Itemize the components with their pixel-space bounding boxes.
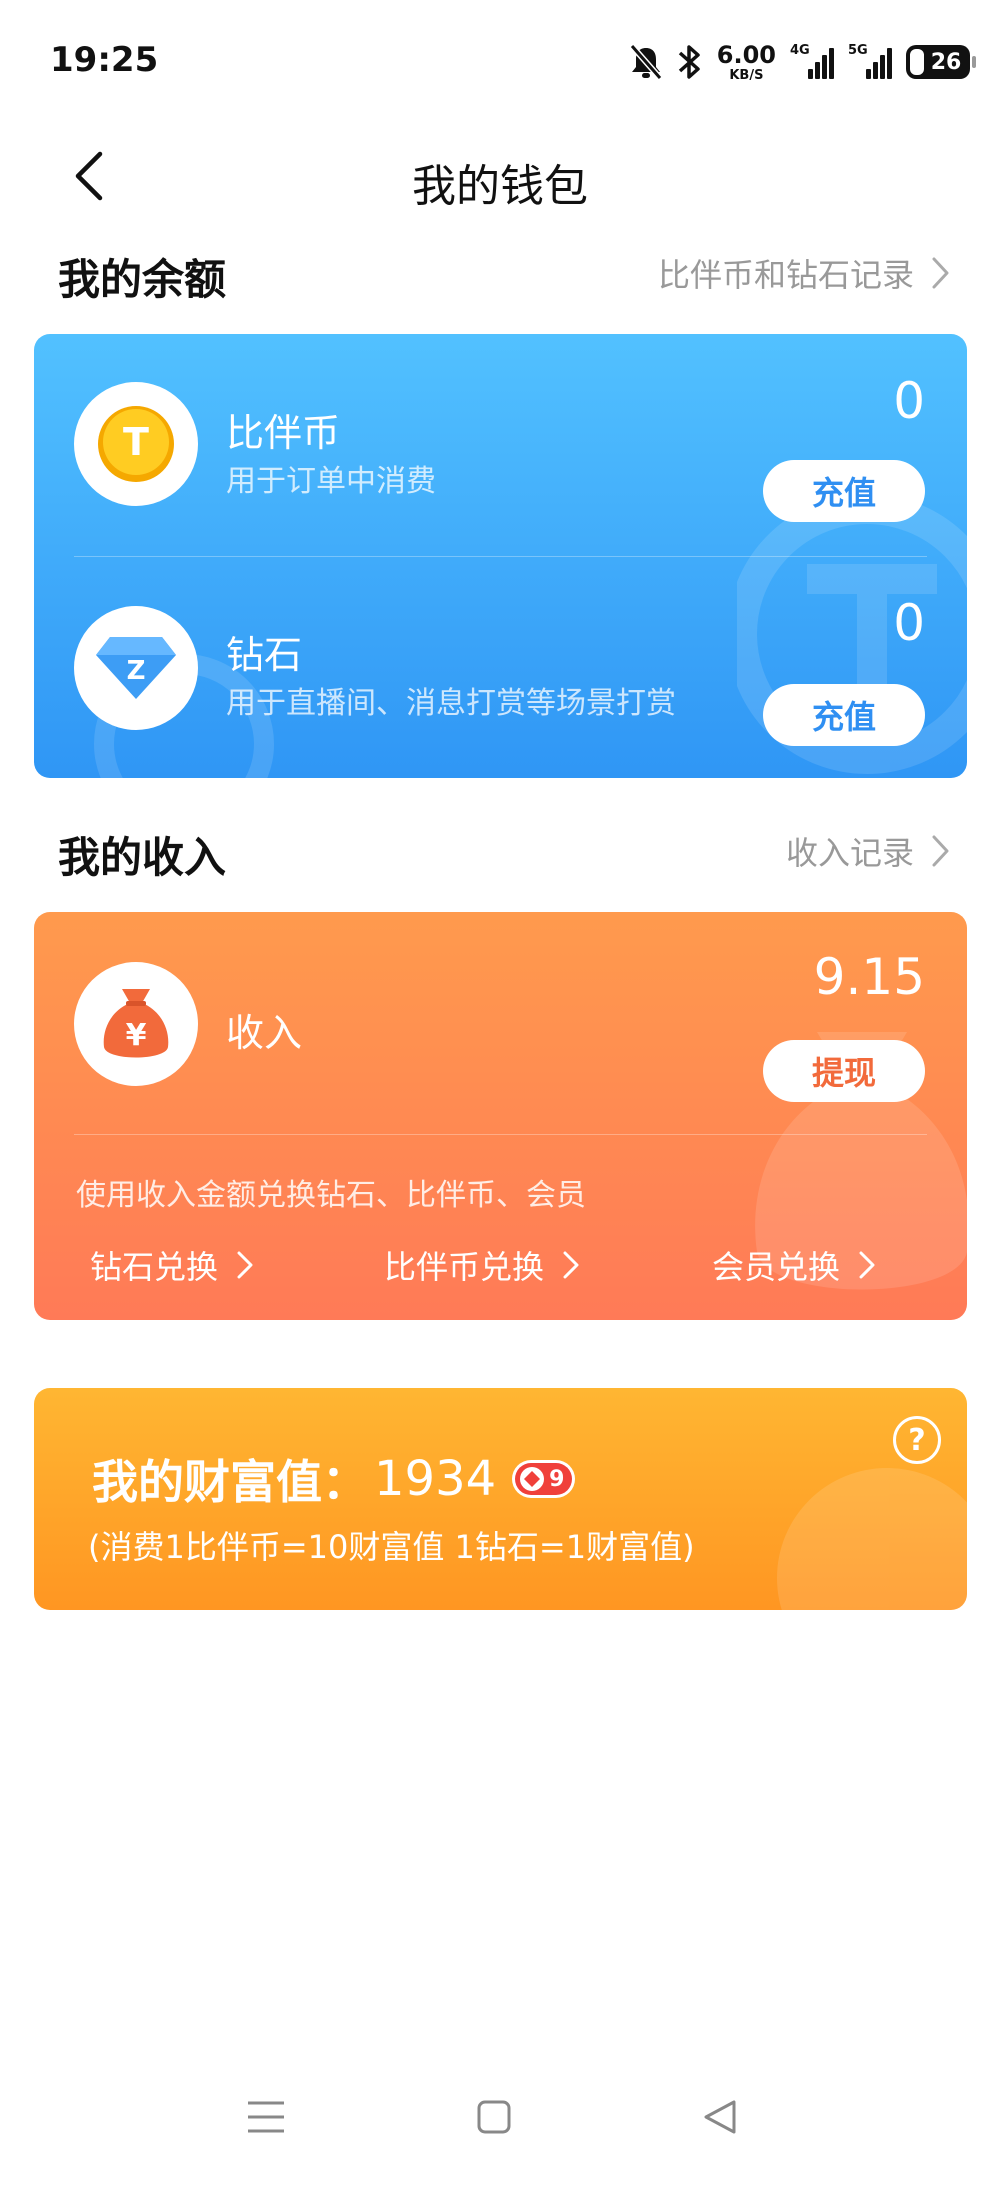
status-time: 19:25: [50, 40, 159, 80]
balance-section-header: 我的余额 比伴币和钻石记录: [0, 236, 1000, 306]
coin-subtitle: 用于订单中消费: [226, 464, 436, 499]
chevron-right-icon: [932, 257, 949, 289]
money-bag-icon: ¥: [74, 962, 198, 1086]
coin-recharge-button[interactable]: 充值: [763, 460, 925, 522]
bluetooth-icon: [678, 45, 700, 79]
vip-exchange-link[interactable]: 会员兑换: [712, 1242, 876, 1288]
balance-card: T 比伴币 用于订单中消费 0 充值 Z 钻石 用于直播间、消息打赏等场景打赏 …: [34, 334, 967, 778]
income-section-title: 我的收入: [58, 833, 227, 882]
coin-diamond-records-label: 比伴币和钻石记录: [657, 256, 914, 294]
chevron-right-icon: [563, 1251, 579, 1279]
battery-level: 26: [930, 49, 962, 75]
diamond-subtitle: 用于直播间、消息打赏等场景打赏: [226, 686, 676, 721]
income-section-header: 我的收入 收入记录: [0, 814, 1000, 884]
diamond-icon: Z: [74, 606, 198, 730]
coin-diamond-records-link[interactable]: 比伴币和钻石记录: [658, 250, 950, 296]
back-triangle-icon: [704, 2100, 736, 2134]
diamond-balance: 0: [893, 594, 925, 652]
menu-key[interactable]: [236, 2087, 296, 2147]
home-key[interactable]: [464, 2087, 524, 2147]
page-title: 我的钱包: [412, 161, 588, 212]
balance-section-title: 我的余额: [58, 255, 227, 304]
wealth-level: 9: [549, 1466, 565, 1492]
coin-icon: T: [74, 382, 198, 506]
income-records-label: 收入记录: [785, 834, 914, 872]
wealth-value: 1934: [374, 1451, 497, 1507]
menu-icon: [248, 2101, 284, 2133]
level-diamond-icon: [520, 1467, 545, 1491]
coin-exchange-label: 比伴币兑换: [384, 1248, 545, 1286]
diamond-recharge-button[interactable]: 充值: [763, 684, 925, 746]
wealth-level-badge: 9: [512, 1460, 576, 1498]
coin-row: T 比伴币 用于订单中消费 0 充值: [34, 334, 967, 556]
diamond-row: Z 钻石 用于直播间、消息打赏等场景打赏 0 充值: [34, 556, 967, 778]
wealth-line: 我的财富值： 1934 9: [92, 1446, 576, 1512]
status-icons: 6.00 KB/S 4G 5G 26: [629, 40, 976, 84]
chevron-right-icon: [237, 1251, 253, 1279]
diamond-exchange-link[interactable]: 钻石兑换: [90, 1242, 254, 1288]
signal-sim2-tag: 5G: [848, 43, 868, 58]
income-amount: 9.15: [813, 948, 925, 1006]
wealth-card[interactable]: 我的财富值： 1934 9 (消费1比伴币=10财富值 1钻石=1财富值) ?: [34, 1388, 967, 1610]
card-watermark-icon: [777, 1468, 967, 1610]
signal-sim2-icon: 5G: [848, 43, 892, 79]
income-card: ¥ 收入 9.15 提现 使用收入金额兑换钻石、比伴币、会员 钻石兑换 比伴币兑…: [34, 912, 967, 1320]
net-speed-unit: KB/S: [729, 67, 764, 83]
wealth-label: 我的财富值：: [92, 1455, 368, 1509]
diamond-title: 钻石: [226, 633, 303, 677]
home-square-icon: [477, 2100, 511, 2134]
vip-exchange-label: 会员兑换: [712, 1248, 841, 1286]
chevron-right-icon: [859, 1251, 875, 1279]
income-title: 收入: [226, 1011, 303, 1055]
coin-exchange-link[interactable]: 比伴币兑换: [384, 1242, 580, 1288]
bell-muted-icon: [629, 44, 663, 80]
system-nav-bar: [0, 2057, 1000, 2187]
nav-bar: 我的钱包: [0, 130, 1000, 220]
money-bag-symbol: ¥: [126, 1018, 147, 1053]
net-speed-value: 6.00: [716, 40, 776, 69]
battery-icon: 26: [906, 45, 976, 79]
divider: [74, 1134, 927, 1135]
signal-sim1-icon: 4G: [790, 43, 834, 79]
coin-icon-letter: T: [123, 420, 149, 464]
income-records-link[interactable]: 收入记录: [786, 828, 950, 874]
wealth-rule-note: (消费1比伴币=10财富值 1钻石=1财富值): [88, 1528, 695, 1566]
withdraw-button[interactable]: 提现: [763, 1040, 925, 1102]
help-icon[interactable]: ?: [893, 1416, 941, 1464]
coin-balance: 0: [893, 372, 925, 430]
signal-sim1-tag: 4G: [790, 43, 810, 58]
income-exchange-hint: 使用收入金额兑换钻石、比伴币、会员: [76, 1178, 586, 1213]
back-key[interactable]: [690, 2087, 750, 2147]
diamond-exchange-label: 钻石兑换: [90, 1248, 219, 1286]
diamond-icon-letter: Z: [127, 656, 146, 686]
net-speed: 6.00 KB/S: [717, 43, 776, 82]
chevron-right-icon: [932, 835, 949, 867]
coin-title: 比伴币: [226, 411, 341, 455]
status-bar: 19:25 6.00 KB/S 4G 5G 26: [0, 0, 1000, 120]
